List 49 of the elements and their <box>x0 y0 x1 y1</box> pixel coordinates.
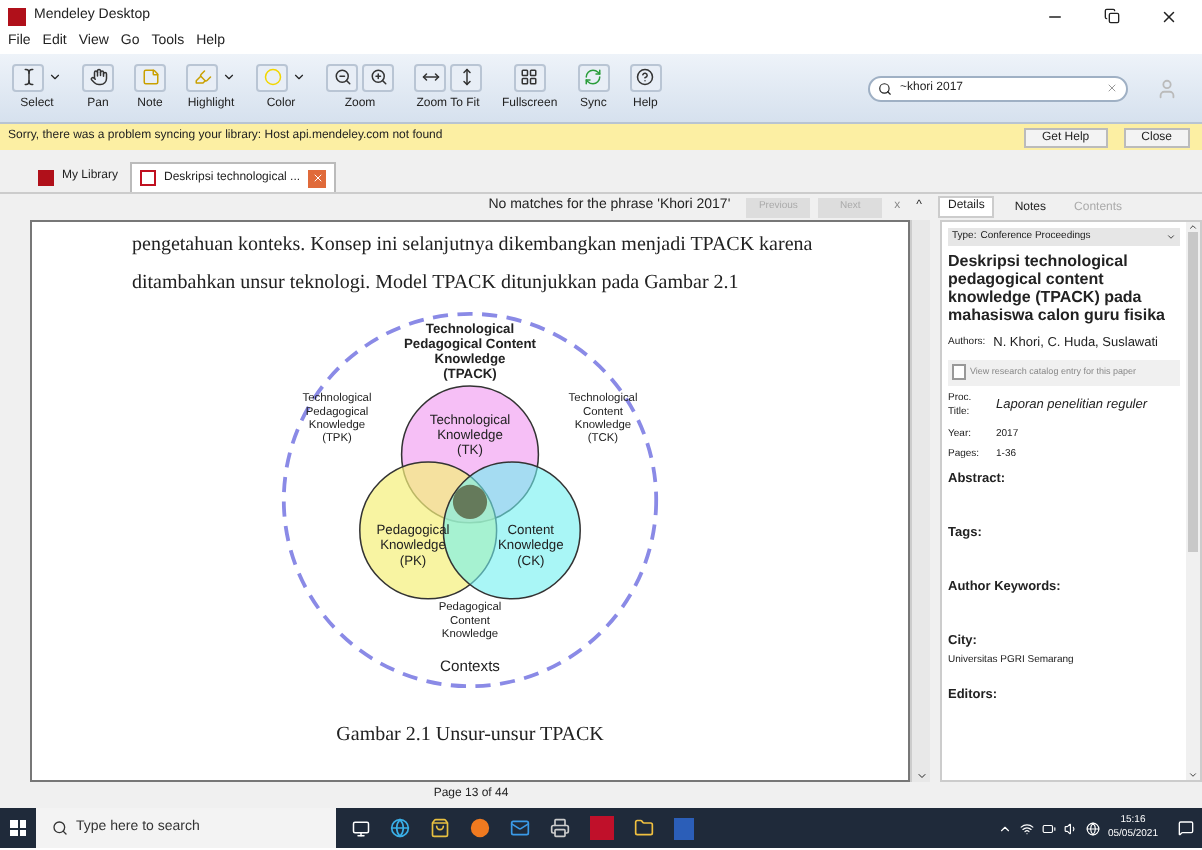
diagram-label: Contexts <box>440 657 500 676</box>
figure-caption: Gambar 2.1 Unsur-unsur TPACK <box>336 722 604 750</box>
notifications-icon[interactable] <box>1178 820 1194 836</box>
caret-icon <box>292 70 306 84</box>
zoom-in-icon <box>369 68 387 86</box>
sync-icon <box>584 68 603 86</box>
store-icon[interactable] <box>430 818 450 838</box>
hand-icon <box>89 68 107 86</box>
scroll-down-icon[interactable] <box>1188 770 1198 780</box>
note-icon <box>141 68 159 86</box>
document-title: Deskripsi technological pedagogical content knowledge (TPACK) pada mahasiswa calon guru fisika <box>948 252 1167 324</box>
help-icon <box>636 68 655 86</box>
close-button[interactable] <box>1160 7 1178 25</box>
tpack-center <box>452 484 488 520</box>
scroll-up-icon[interactable] <box>1188 222 1198 232</box>
clear-icon <box>1106 82 1118 94</box>
document-text: ditambahkan unsur teknologi. Model TPACK ditunjukkan pada Gambar 2.1 <box>132 270 739 298</box>
volume-icon[interactable] <box>1063 821 1078 835</box>
panel-scrollbar[interactable] <box>1186 222 1200 780</box>
search-icon <box>878 81 892 95</box>
pedagogical-circle <box>359 461 498 600</box>
scroll-down-icon[interactable] <box>915 770 927 782</box>
fit-width-icon <box>421 68 439 86</box>
caret-icon <box>1166 232 1176 242</box>
caret-icon <box>222 70 236 84</box>
task-view-icon[interactable] <box>352 819 370 837</box>
highlighter-icon <box>193 68 211 86</box>
color-circle-icon <box>263 68 281 86</box>
folder-icon[interactable] <box>634 818 654 838</box>
restore-button[interactable] <box>1104 8 1120 24</box>
battery-icon[interactable] <box>1041 821 1056 835</box>
scrollbar[interactable] <box>910 220 930 782</box>
printer-icon[interactable] <box>550 818 570 838</box>
fit-height-icon <box>457 68 475 86</box>
app-logo-icon <box>8 7 26 25</box>
search-icon <box>52 820 68 836</box>
library-icon <box>38 169 54 185</box>
language-icon[interactable] <box>1085 821 1100 835</box>
browser-icon[interactable] <box>390 818 410 838</box>
mail-icon[interactable] <box>510 818 530 838</box>
zoom-out-icon <box>333 68 351 86</box>
network-icon[interactable] <box>1019 821 1034 835</box>
tab-close-icon[interactable] <box>308 169 327 187</box>
caret-icon <box>48 70 62 84</box>
tray-expand-icon[interactable] <box>997 821 1012 835</box>
pdf-icon <box>140 170 157 186</box>
fullscreen-icon <box>520 68 539 86</box>
document-text: pengetahuan konteks. Konsep ini selanjutnya dikembangkan menjadi TPACK karena <box>132 232 813 260</box>
text-cursor-icon <box>19 68 37 86</box>
